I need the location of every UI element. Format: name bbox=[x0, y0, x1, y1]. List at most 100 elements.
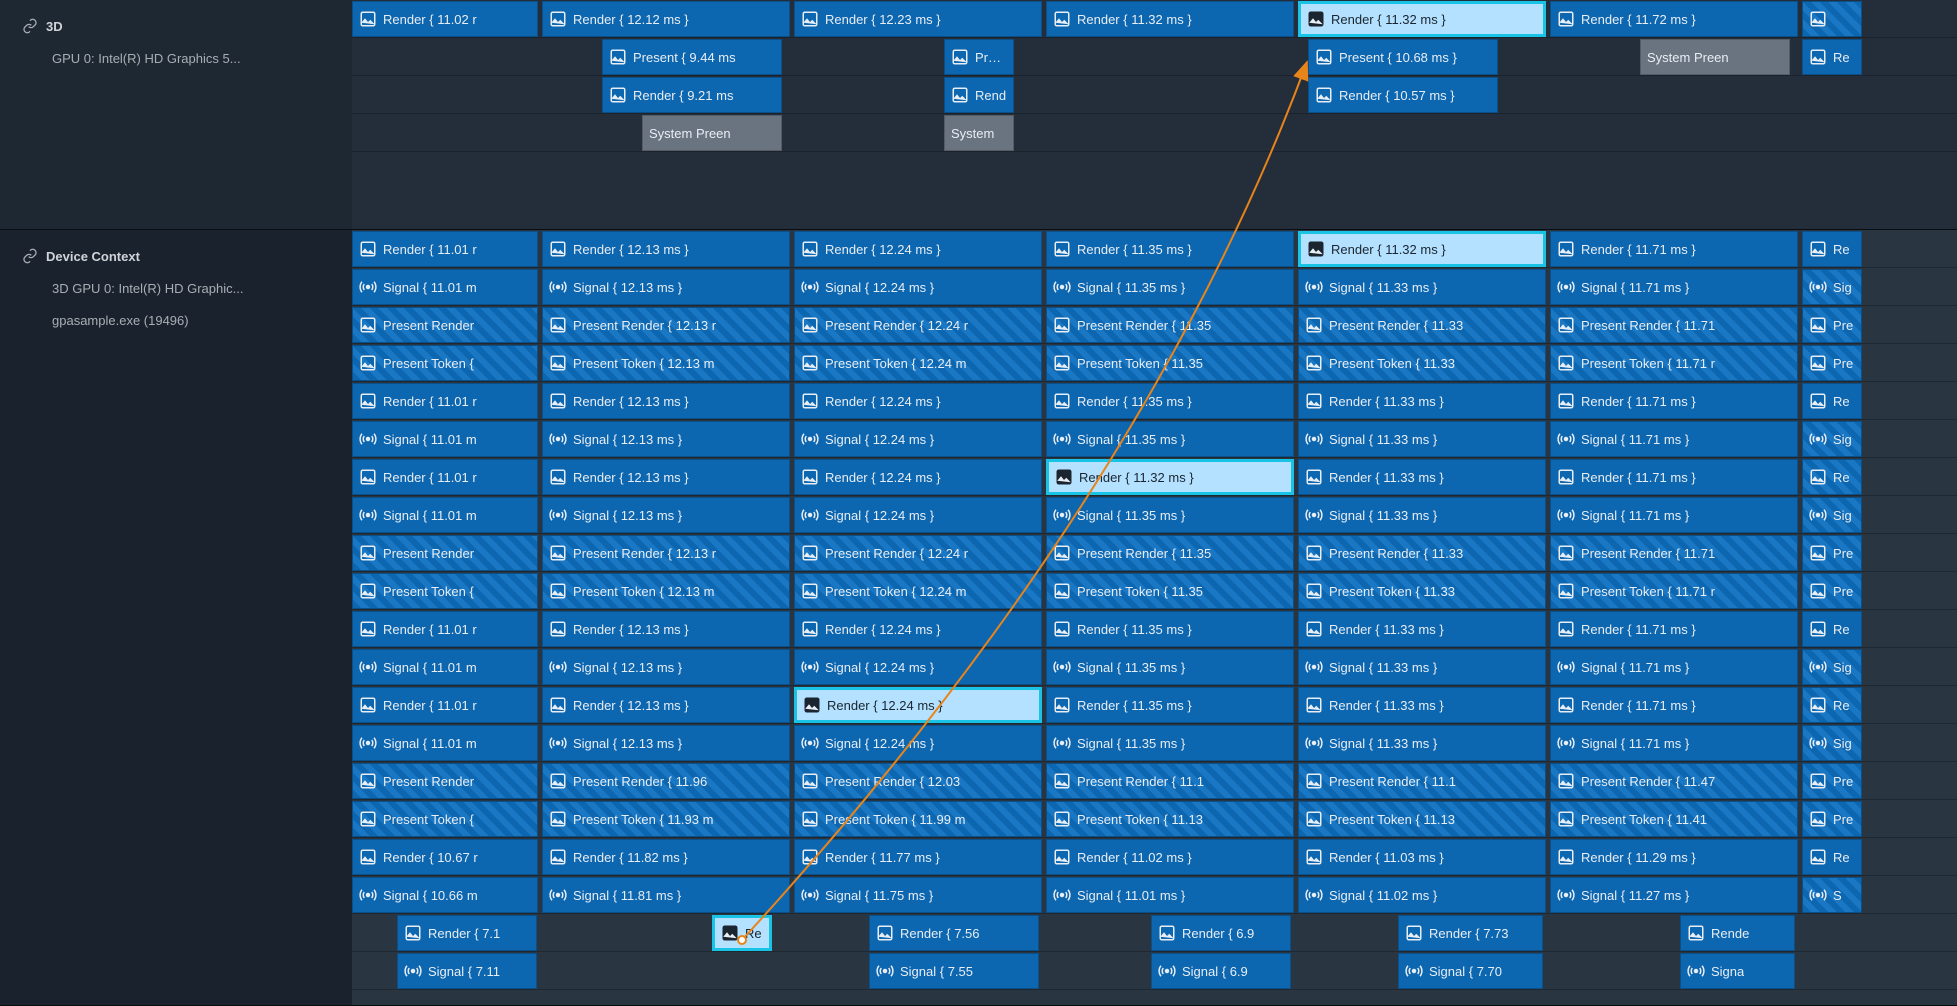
timeline-event[interactable]: Signal { 12.13 ms } bbox=[542, 269, 790, 305]
timeline-event[interactable]: Render { 6.9 bbox=[1151, 915, 1291, 951]
timeline-event[interactable]: Signal { 11.35 ms } bbox=[1046, 269, 1294, 305]
timeline-event[interactable] bbox=[1802, 1, 1862, 37]
timeline-event[interactable]: Render { 11.01 r bbox=[352, 459, 538, 495]
timeline-event[interactable]: Re bbox=[1802, 459, 1862, 495]
timeline-event[interactable]: Present Token { bbox=[352, 345, 538, 381]
timeline-event[interactable]: Render { 12.24 ms } bbox=[794, 231, 1042, 267]
timeline-event[interactable]: Present Render { 11.1 bbox=[1298, 763, 1546, 799]
timeline-event[interactable]: Render { 10.57 ms } bbox=[1308, 77, 1498, 113]
timeline-event[interactable]: Present Token { 11.71 r bbox=[1550, 345, 1798, 381]
track-header-device-context[interactable]: Device Context bbox=[22, 240, 352, 272]
timeline-event[interactable]: Prese bbox=[944, 39, 1014, 75]
timeline-event[interactable]: Render { 11.32 ms } bbox=[1046, 459, 1294, 495]
timeline-event[interactable]: Render { 11.71 ms } bbox=[1550, 231, 1798, 267]
timeline-event[interactable]: Signal { 12.24 ms } bbox=[794, 649, 1042, 685]
timeline-3d[interactable]: Render { 11.02 rRender { 12.12 ms }Rende… bbox=[352, 0, 1957, 229]
timeline-event[interactable]: Present Token { 12.24 m bbox=[794, 345, 1042, 381]
timeline-event[interactable]: Signal { 12.24 ms } bbox=[794, 269, 1042, 305]
timeline-event[interactable]: Present Render { 11.33 bbox=[1298, 307, 1546, 343]
track-sub-gpu[interactable]: GPU 0: Intel(R) HD Graphics 5... bbox=[22, 42, 352, 74]
timeline-event[interactable]: Present Token { bbox=[352, 801, 538, 837]
timeline-event[interactable]: Signal { 12.13 ms } bbox=[542, 725, 790, 761]
timeline-event[interactable]: Render { 10.67 r bbox=[352, 839, 538, 875]
timeline-event[interactable]: Render { 12.12 ms } bbox=[542, 1, 790, 37]
timeline-event[interactable]: Present { 10.68 ms } bbox=[1308, 39, 1498, 75]
timeline-event[interactable]: S bbox=[1802, 877, 1862, 913]
timeline-event[interactable]: Sig bbox=[1802, 497, 1862, 533]
timeline-event[interactable]: Signal { 11.33 ms } bbox=[1298, 421, 1546, 457]
timeline-event[interactable]: Render { 11.77 ms } bbox=[794, 839, 1042, 875]
timeline-event[interactable]: Signal { 11.35 ms } bbox=[1046, 497, 1294, 533]
timeline-event[interactable]: Present Token { 11.13 bbox=[1046, 801, 1294, 837]
timeline-event[interactable]: Present Token { 11.13 bbox=[1298, 801, 1546, 837]
timeline-event[interactable]: Present Token { 11.41 bbox=[1550, 801, 1798, 837]
timeline-event[interactable]: Present Token { bbox=[352, 573, 538, 609]
timeline-event[interactable]: Render { 11.71 ms } bbox=[1550, 459, 1798, 495]
timeline-event[interactable]: Signal { 7.55 bbox=[869, 953, 1039, 989]
timeline-event[interactable]: Present { 9.44 ms bbox=[602, 39, 782, 75]
timeline-event[interactable]: Render { 12.13 ms } bbox=[542, 459, 790, 495]
timeline-event[interactable]: Rende bbox=[1680, 915, 1795, 951]
timeline-event[interactable]: Render { 11.03 ms } bbox=[1298, 839, 1546, 875]
timeline-event[interactable]: Signal { 11.71 ms } bbox=[1550, 649, 1798, 685]
timeline-event[interactable]: Signal { 11.33 ms } bbox=[1298, 497, 1546, 533]
timeline-event[interactable]: System Preen bbox=[642, 115, 782, 151]
timeline-event[interactable]: Signal { 11.71 ms } bbox=[1550, 421, 1798, 457]
timeline-event[interactable]: Render { 11.33 ms } bbox=[1298, 611, 1546, 647]
timeline-event[interactable]: Present Render { 12.24 r bbox=[794, 307, 1042, 343]
timeline-event[interactable]: Present Render { 12.13 r bbox=[542, 307, 790, 343]
timeline-event[interactable]: Render { 11.82 ms } bbox=[542, 839, 790, 875]
timeline-event[interactable]: Present Render { 11.1 bbox=[1046, 763, 1294, 799]
timeline-event[interactable]: Present Render { 11.71 bbox=[1550, 535, 1798, 571]
timeline-event[interactable]: Present Render { 11.35 bbox=[1046, 307, 1294, 343]
timeline-event[interactable]: Sig bbox=[1802, 421, 1862, 457]
timeline-event[interactable]: Sig bbox=[1802, 649, 1862, 685]
timeline-event[interactable]: Pre bbox=[1802, 801, 1862, 837]
timeline-event[interactable]: Render { 11.01 r bbox=[352, 231, 538, 267]
track-header-3d[interactable]: 3D bbox=[22, 10, 352, 42]
timeline-event[interactable]: Re bbox=[1802, 839, 1862, 875]
timeline-event[interactable]: Present Render { 11.71 bbox=[1550, 307, 1798, 343]
timeline-event[interactable]: Present Render { 12.24 r bbox=[794, 535, 1042, 571]
track-sub-process[interactable]: gpasample.exe (19496) bbox=[22, 304, 352, 336]
timeline-event[interactable]: Present Token { 12.13 m bbox=[542, 345, 790, 381]
timeline-event[interactable]: Signal { 11.01 m bbox=[352, 649, 538, 685]
timeline-event[interactable]: Signal { 7.70 bbox=[1398, 953, 1543, 989]
timeline-event[interactable]: Present Token { 11.33 bbox=[1298, 345, 1546, 381]
timeline-event[interactable]: Present Token { 11.35 bbox=[1046, 573, 1294, 609]
timeline-event[interactable]: Render { 12.24 ms } bbox=[794, 611, 1042, 647]
timeline-event[interactable]: Present Render { 12.03 bbox=[794, 763, 1042, 799]
timeline-event[interactable]: System Preen bbox=[1640, 39, 1790, 75]
timeline-event[interactable]: Signal { 6.9 bbox=[1151, 953, 1291, 989]
timeline-event[interactable]: Signal { 11.81 ms } bbox=[542, 877, 790, 913]
timeline-event[interactable]: Render { 11.33 ms } bbox=[1298, 383, 1546, 419]
timeline-event[interactable]: Sig bbox=[1802, 725, 1862, 761]
timeline-event[interactable]: Render { 11.01 r bbox=[352, 383, 538, 419]
timeline-event[interactable]: Render { 11.72 ms } bbox=[1550, 1, 1798, 37]
timeline-event[interactable]: Signal { 11.01 ms } bbox=[1046, 877, 1294, 913]
timeline-event[interactable]: Signal { 11.01 m bbox=[352, 269, 538, 305]
timeline-event[interactable]: Signal { 12.13 ms } bbox=[542, 421, 790, 457]
timeline-event[interactable]: Render { 12.13 ms } bbox=[542, 687, 790, 723]
timeline-event[interactable]: Render { 11.01 r bbox=[352, 687, 538, 723]
timeline-event[interactable]: Signal { 12.24 ms } bbox=[794, 421, 1042, 457]
timeline-event[interactable]: Render { 11.02 ms } bbox=[1046, 839, 1294, 875]
timeline-event[interactable]: Signal { 12.13 ms } bbox=[542, 497, 790, 533]
timeline-event[interactable]: Signal { 11.01 m bbox=[352, 725, 538, 761]
timeline-event[interactable]: Render { 11.35 ms } bbox=[1046, 687, 1294, 723]
timeline-event[interactable]: Present Render { 11.35 bbox=[1046, 535, 1294, 571]
timeline-event[interactable]: Signal { 11.71 ms } bbox=[1550, 497, 1798, 533]
timeline-event[interactable]: Present Render { 11.47 bbox=[1550, 763, 1798, 799]
timeline-event[interactable]: Re bbox=[1802, 39, 1862, 75]
timeline-event[interactable]: Present Token { 12.24 m bbox=[794, 573, 1042, 609]
timeline-event[interactable]: Present Token { 11.71 r bbox=[1550, 573, 1798, 609]
timeline-event[interactable]: Signal { 12.24 ms } bbox=[794, 497, 1042, 533]
timeline-event[interactable]: Present Token { 11.99 m bbox=[794, 801, 1042, 837]
timeline-event[interactable]: Render { 12.13 ms } bbox=[542, 611, 790, 647]
timeline-event[interactable]: Signal { 10.66 m bbox=[352, 877, 538, 913]
timeline-event[interactable]: Signal { 11.27 ms } bbox=[1550, 877, 1798, 913]
timeline-event[interactable]: Re bbox=[712, 915, 772, 951]
timeline-event[interactable]: Present Render bbox=[352, 763, 538, 799]
timeline-event[interactable]: Signal { 11.33 ms } bbox=[1298, 269, 1546, 305]
timeline-event[interactable]: Signal { 11.71 ms } bbox=[1550, 269, 1798, 305]
